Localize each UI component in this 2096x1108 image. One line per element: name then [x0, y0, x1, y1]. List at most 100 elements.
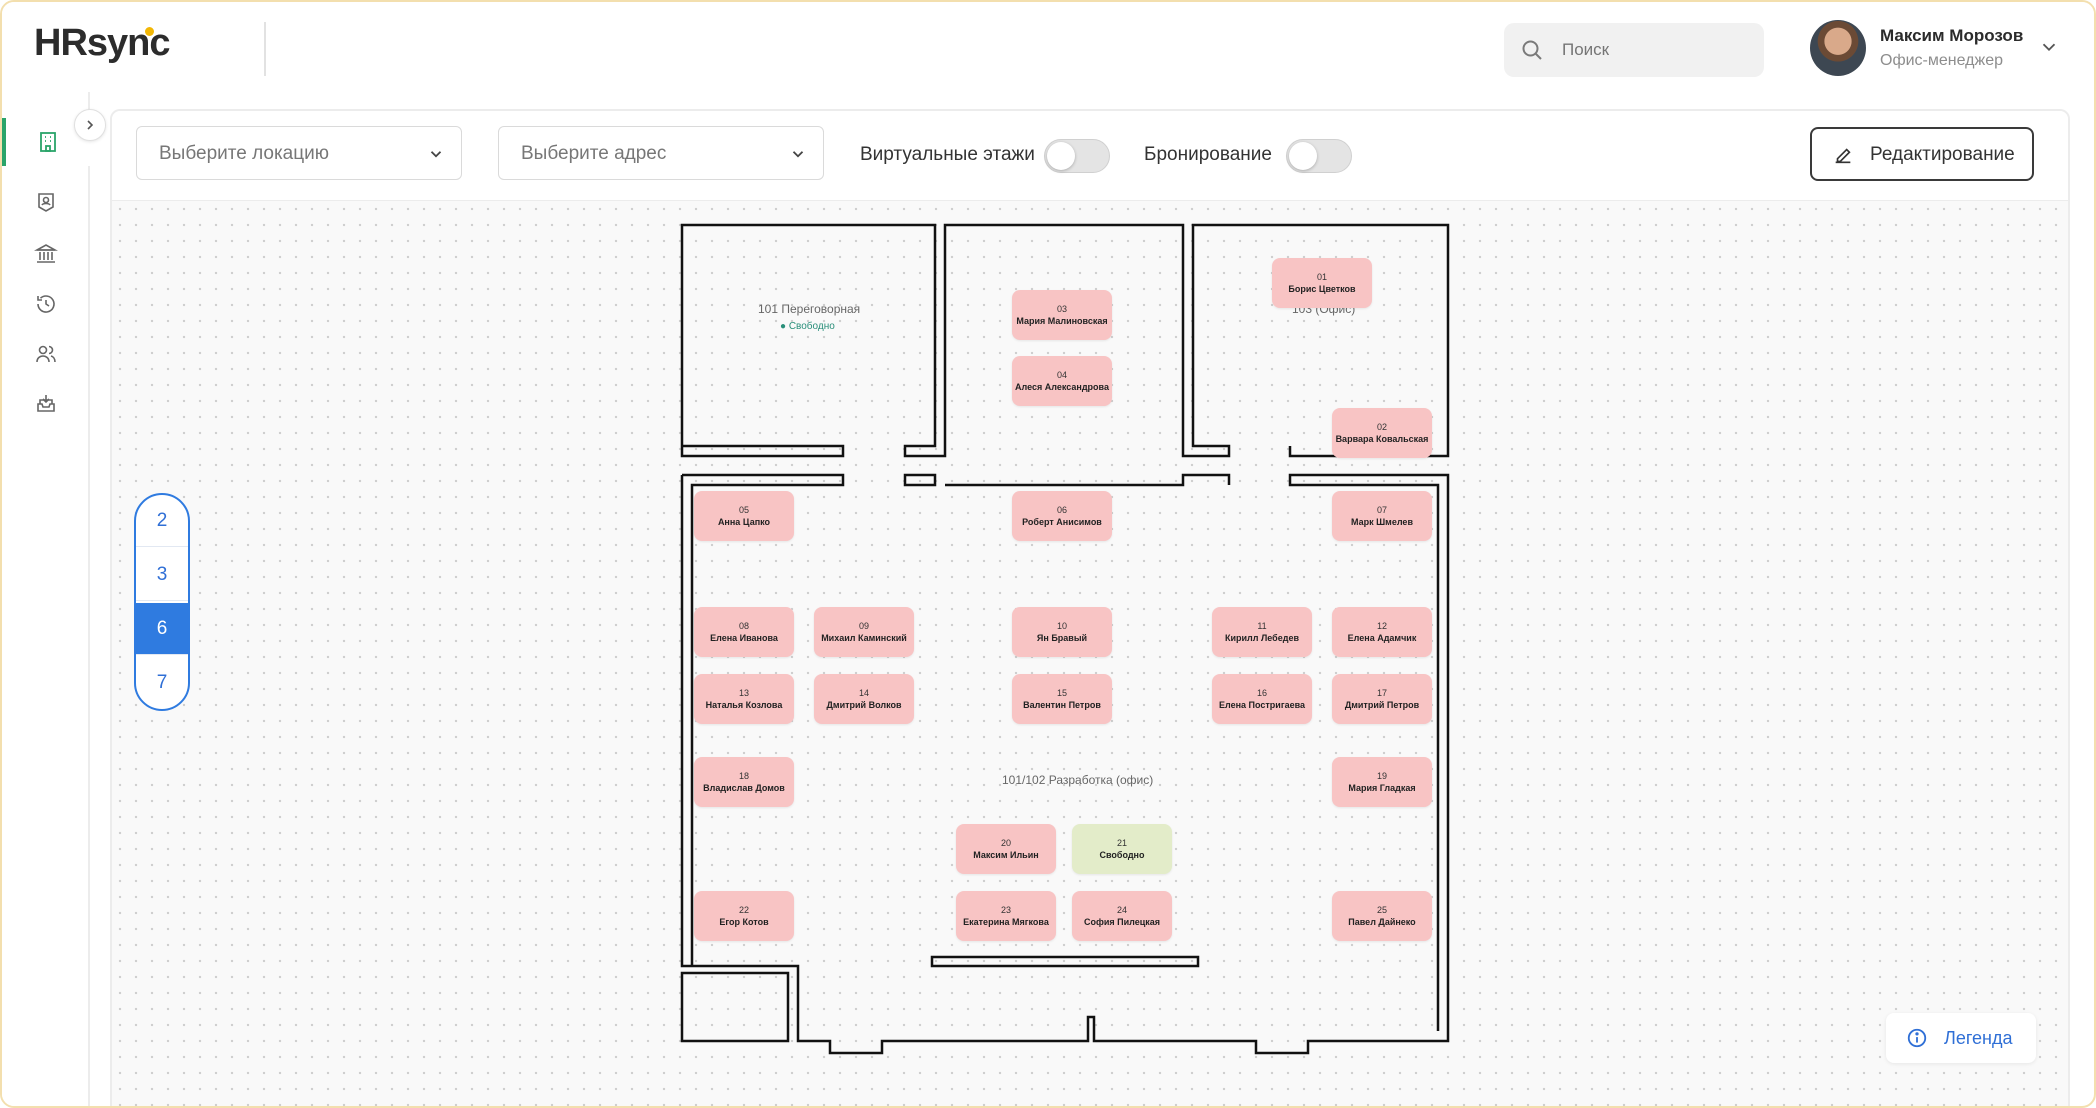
sidebar-item-bank[interactable] [2, 230, 90, 278]
desk-occupant: Алеся Александрова [1015, 382, 1109, 392]
desk-number: 05 [738, 505, 749, 515]
desk-number: 03 [1056, 304, 1067, 314]
main-panel: Выберите локацию Выберите адрес Виртуаль… [110, 109, 2070, 1106]
floor-6[interactable]: 6 [136, 603, 188, 655]
booking-toggle[interactable] [1286, 139, 1352, 173]
desk-occupant: Михаил Каминский [821, 633, 907, 643]
desk-occupant: Валентин Петров [1023, 700, 1101, 710]
desk-number: 02 [1376, 422, 1387, 432]
location-select[interactable]: Выберите локацию [136, 126, 462, 180]
desk-occupant: Свободно [1099, 850, 1145, 860]
desk-occupant: Анна Цапко [717, 517, 771, 527]
desk-occupant: Владислав Домов [703, 783, 785, 793]
avatar[interactable] [1810, 20, 1866, 76]
desk-20[interactable]: 20 Максим Ильин [956, 824, 1056, 874]
desk-number: 06 [1056, 505, 1067, 515]
desk-number: 15 [1056, 688, 1067, 698]
desk-occupant: Ян Бравый [1036, 633, 1088, 643]
desk-22[interactable]: 22 Егор Котов [694, 891, 794, 941]
desk-21[interactable]: 21 Свободно [1072, 824, 1172, 874]
header-divider [264, 22, 266, 76]
desk-11[interactable]: 11 Кирилл Лебедев [1212, 607, 1312, 657]
desk-occupant: Роберт Анисимов [1022, 517, 1102, 527]
address-select[interactable]: Выберите адрес [498, 126, 824, 180]
desk-number: 22 [738, 905, 749, 915]
user-menu[interactable]: Максим Морозов Офис-менеджер [1810, 20, 2080, 76]
booking-label: Бронирование [1144, 144, 1272, 165]
floor-3[interactable]: 3 [136, 549, 188, 601]
desk-14[interactable]: 14 Дмитрий Волков [814, 674, 914, 724]
desk-08[interactable]: 08 Елена Иванова [694, 607, 794, 657]
desk-03[interactable]: 03 Мария Малиновская [1012, 290, 1112, 340]
desk-occupant: Дмитрий Волков [826, 700, 902, 710]
desk-04[interactable]: 04 Алеся Александрова [1012, 356, 1112, 406]
desk-17[interactable]: 17 Дмитрий Петров [1332, 674, 1432, 724]
pencil-icon [1835, 148, 1851, 164]
room-101-102-label[interactable]: 101/102 Разработка (офис) [1002, 773, 1153, 787]
desk-number: 14 [858, 688, 869, 698]
app-window: HRsync Максим Морозов Офис-менеджер [0, 0, 2096, 1108]
sidebar-expand-button[interactable] [74, 109, 106, 141]
logo[interactable]: HRsync [34, 22, 170, 65]
desk-25[interactable]: 25 Павел Дайнеко [1332, 891, 1432, 941]
chevron-down-icon[interactable] [2038, 36, 2060, 58]
desk-15[interactable]: 15 Валентин Петров [1012, 674, 1112, 724]
desk-occupant: Борис Цветков [1288, 284, 1356, 294]
desk-occupant: Екатерина Мягкова [963, 917, 1049, 927]
floor-2[interactable]: 2 [136, 495, 188, 547]
desk-number: 12 [1376, 621, 1387, 631]
top-header: HRsync Максим Морозов Офис-менеджер [2, 2, 2094, 92]
desk-occupant: Максим Ильин [973, 850, 1039, 860]
sidebar-item-inbox[interactable] [2, 380, 90, 428]
sidebar-item-badge[interactable] [2, 178, 90, 226]
desk-number: 17 [1376, 688, 1387, 698]
logo-sun-icon [145, 27, 154, 36]
virtual-floors-toggle[interactable] [1044, 139, 1110, 173]
desk-occupant: Дмитрий Петров [1344, 700, 1420, 710]
desk-24[interactable]: 24 София Пилецкая [1072, 891, 1172, 941]
room-101-status-text: Свободно [788, 321, 835, 332]
sidebar-item-history[interactable] [2, 280, 90, 328]
floor-7[interactable]: 7 [136, 657, 188, 709]
building-icon [40, 132, 56, 152]
room-101-label[interactable]: 101 Переговорная [758, 302, 860, 316]
desk-10[interactable]: 10 Ян Бравый [1012, 607, 1112, 657]
desk-01[interactable]: 01 Борис Цветков [1272, 258, 1372, 308]
desk-12[interactable]: 12 Елена Адамчик [1332, 607, 1432, 657]
toggle-knob [1047, 142, 1075, 170]
badge-icon [38, 193, 54, 212]
info-icon [1907, 1028, 1927, 1048]
desk-number: 21 [1116, 838, 1127, 848]
desk-02[interactable]: 02 Варвара Ковальская [1332, 408, 1432, 458]
edit-button[interactable]: Редактирование [1810, 127, 2034, 181]
desk-number: 23 [1000, 905, 1011, 915]
desk-13[interactable]: 13 Наталья Козлова [694, 674, 794, 724]
desk-07[interactable]: 07 Марк Шмелев [1332, 491, 1432, 541]
address-select-placeholder: Выберите адрес [521, 143, 667, 164]
desk-number: 08 [738, 621, 749, 631]
floor-plan-canvas[interactable]: 101 Переговорная ● Свободно 103 (Офис) 1… [112, 201, 2068, 1106]
desk-16[interactable]: 16 Елена Постригаева [1212, 674, 1312, 724]
users-icon [36, 345, 56, 363]
search-box[interactable] [1504, 23, 1764, 77]
desk-05[interactable]: 05 Анна Цапко [694, 491, 794, 541]
sidebar-item-users[interactable] [2, 330, 90, 378]
room-101-status: ● Свободно [780, 321, 835, 332]
desk-occupant: Мария Малиновская [1016, 316, 1108, 326]
desk-occupant: Павел Дайнеко [1348, 917, 1416, 927]
desk-occupant: Варвара Ковальская [1335, 434, 1429, 444]
desk-06[interactable]: 06 Роберт Анисимов [1012, 491, 1112, 541]
desk-number: 16 [1256, 688, 1267, 698]
desk-19[interactable]: 19 Мария Гладкая [1332, 757, 1432, 807]
left-sidebar [2, 92, 90, 1106]
legend-button[interactable]: Легенда [1886, 1013, 2036, 1063]
desk-18[interactable]: 18 Владислав Домов [694, 757, 794, 807]
desk-occupant: Марк Шмелев [1351, 517, 1413, 527]
desk-occupant: Елена Адамчик [1347, 633, 1417, 643]
history-icon [37, 295, 55, 313]
desk-23[interactable]: 23 Екатерина Мягкова [956, 891, 1056, 941]
search-input[interactable] [1562, 23, 1752, 77]
desk-09[interactable]: 09 Михаил Каминский [814, 607, 914, 657]
desk-number: 18 [738, 771, 749, 781]
desk-number: 24 [1116, 905, 1127, 915]
